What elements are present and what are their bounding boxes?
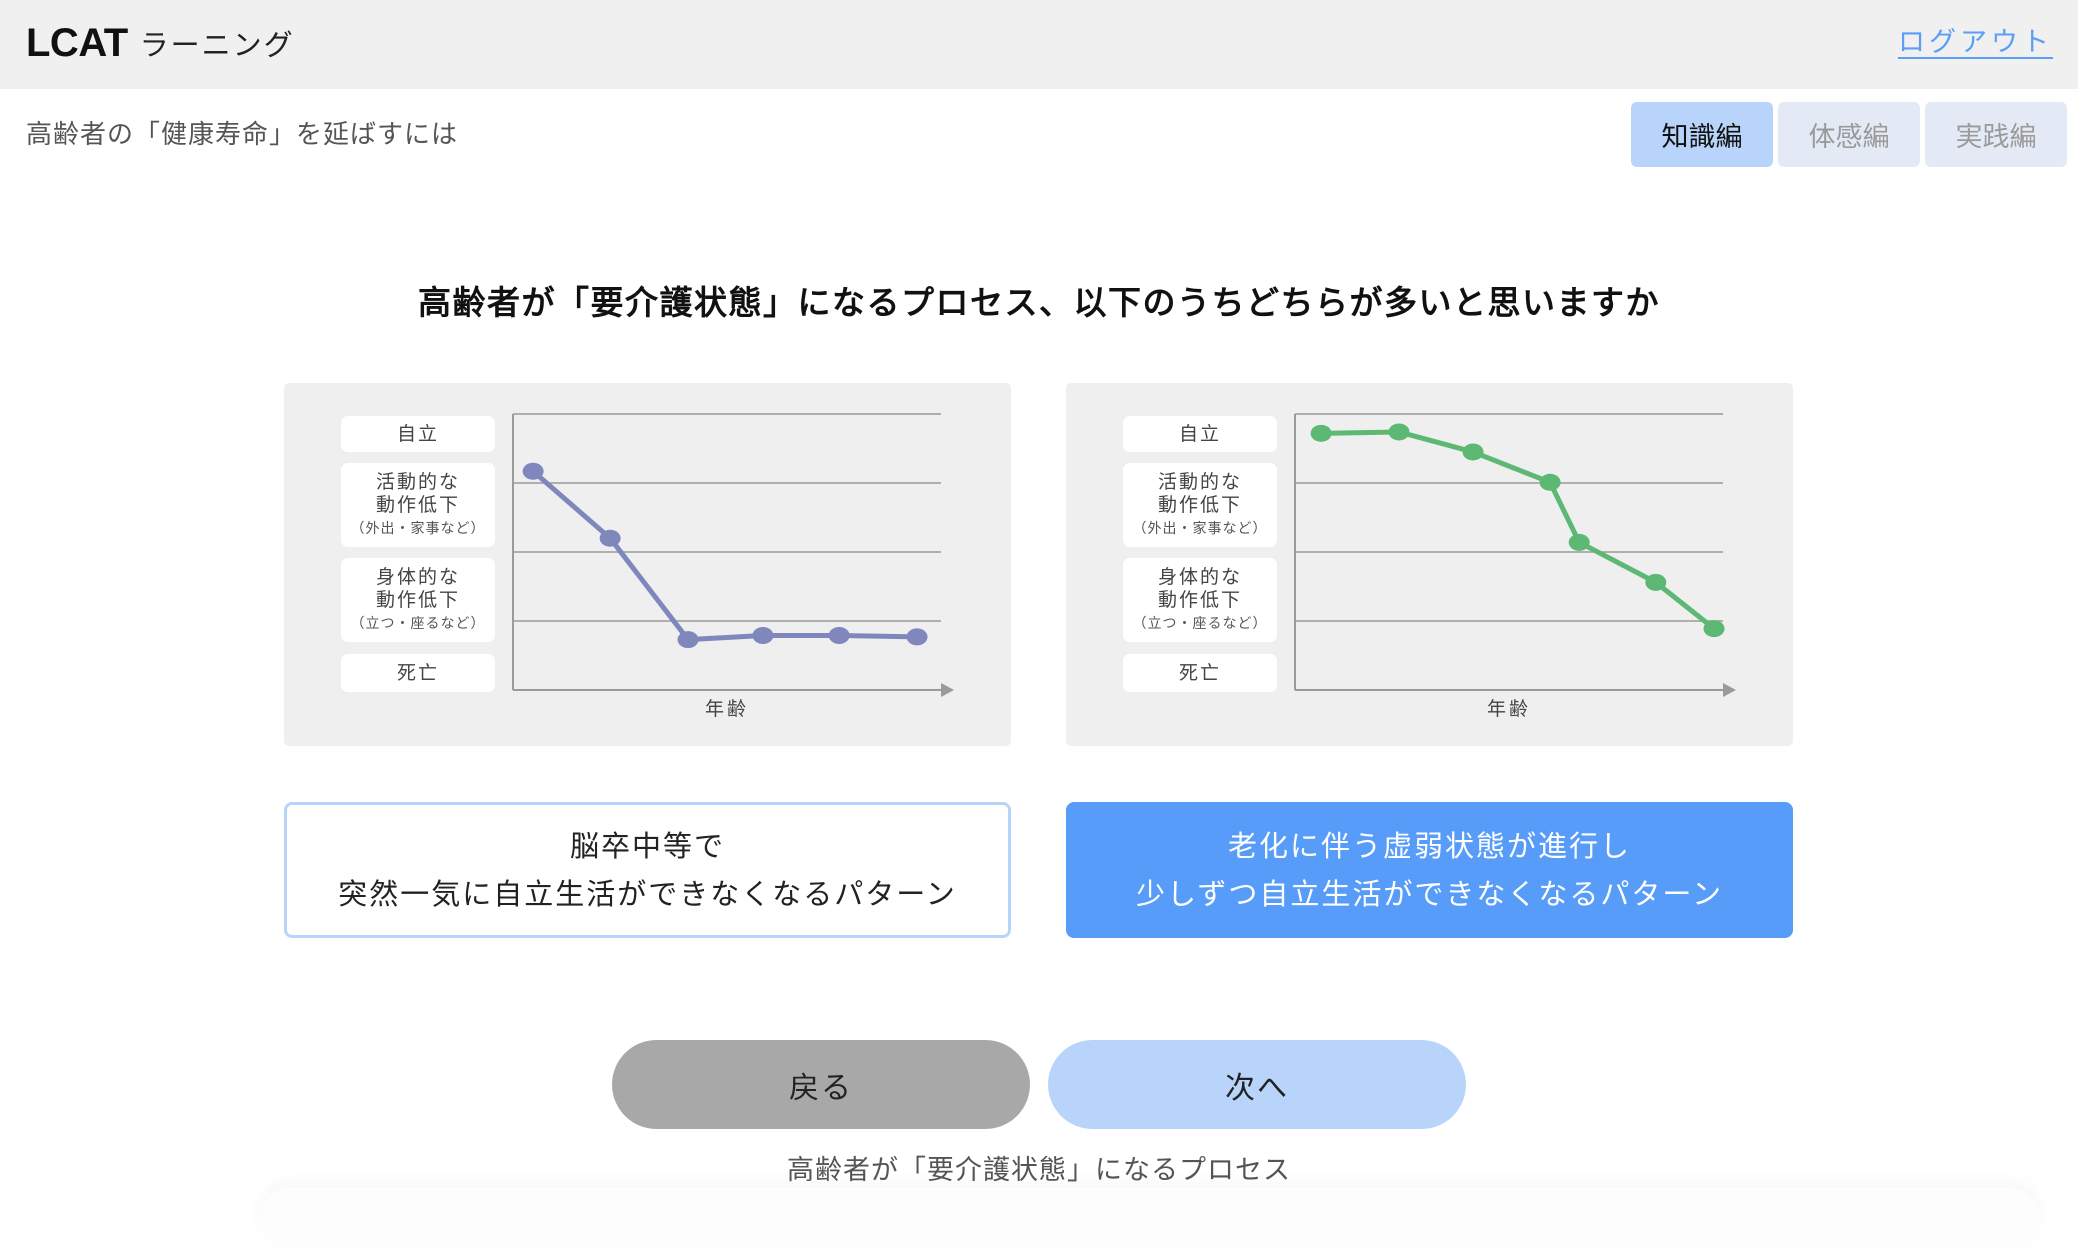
y-label-text: 動作低下 bbox=[1157, 589, 1242, 611]
data-point bbox=[677, 631, 699, 649]
y-label-note: （立つ・座るなど） bbox=[1132, 616, 1268, 632]
data-point bbox=[1462, 443, 1484, 461]
series-line bbox=[531, 469, 918, 643]
y-label-text: 動作低下 bbox=[375, 494, 460, 516]
data-point bbox=[752, 626, 774, 644]
y-label-text: 死亡 bbox=[396, 661, 439, 684]
data-point bbox=[1388, 423, 1410, 441]
y-label-physical-decline: 身体的な 動作低下 （立つ・座るなど） bbox=[1123, 558, 1277, 642]
y-label-text: 死亡 bbox=[1178, 661, 1221, 684]
brand-subtitle: ラーニング bbox=[139, 28, 295, 62]
x-axis-label: 年齢 bbox=[704, 698, 749, 720]
y-label-death: 死亡 bbox=[1123, 654, 1277, 692]
y-label-text: 活動的な bbox=[375, 471, 460, 493]
logout-link[interactable]: ログアウト bbox=[1898, 20, 2053, 59]
y-label-active-decline: 活動的な 動作低下 （外出・家事など） bbox=[341, 463, 495, 547]
x-axis-arrow bbox=[941, 683, 954, 697]
y-label-independent: 自立 bbox=[1123, 416, 1277, 452]
option-text-line2: 少しずつ自立生活ができなくなるパターン bbox=[1136, 877, 1723, 911]
y-label-text: 身体的な bbox=[1157, 566, 1242, 588]
y-label-note: （外出・家事など） bbox=[350, 521, 486, 537]
app-header: LCAT ラーニング ログアウト bbox=[0, 0, 2078, 89]
data-point bbox=[599, 529, 621, 547]
data-point bbox=[906, 628, 928, 646]
brand-name: LCAT bbox=[26, 20, 128, 65]
y-label-text: 動作低下 bbox=[1157, 494, 1242, 516]
y-label-death: 死亡 bbox=[341, 654, 495, 692]
y-label-text: 動作低下 bbox=[375, 589, 460, 611]
y-label-active-decline: 活動的な 動作低下 （外出・家事など） bbox=[1123, 463, 1277, 547]
x-axis-label: 年齢 bbox=[1486, 698, 1531, 720]
data-point bbox=[1310, 424, 1332, 442]
option-text-line2: 突然一気に自立生活ができなくなるパターン bbox=[338, 877, 957, 911]
data-point bbox=[1703, 620, 1725, 638]
option-gradual-pattern[interactable]: 老化に伴う虚弱状態が進行し 少しずつ自立生活ができなくなるパターン bbox=[1066, 802, 1793, 938]
question-heading: 高齢者が「要介護状態」になるプロセス、以下のうちどちらが多いと思いますか bbox=[418, 283, 1660, 322]
tab-experience[interactable]: 体感編 bbox=[1778, 102, 1920, 167]
section-tabs: 知識編 体感編 実践編 bbox=[1631, 102, 2067, 167]
data-point bbox=[522, 462, 544, 480]
footer-caption: 高齢者が「要介護状態」になるプロセス bbox=[787, 1155, 1291, 1186]
y-label-text: 身体的な bbox=[375, 566, 460, 588]
tab-practice[interactable]: 実践編 bbox=[1925, 102, 2067, 167]
series-line bbox=[1321, 429, 1716, 631]
bottom-panel-edge bbox=[260, 1188, 2040, 1248]
tab-knowledge[interactable]: 知識編 bbox=[1631, 102, 1773, 167]
data-point bbox=[1568, 533, 1590, 551]
x-axis-arrow bbox=[1723, 683, 1736, 697]
course-title: 高齢者の「健康寿命」を延ばすには bbox=[26, 120, 459, 150]
option-text-line1: 老化に伴う虚弱状態が進行し bbox=[1227, 829, 1631, 863]
y-label-text: 自立 bbox=[1178, 422, 1221, 445]
app-logo: LCAT ラーニング bbox=[26, 18, 295, 68]
chart-panel-sudden: 自立 活動的な 動作低下 （外出・家事など） 身体的な 動作低下 （立つ・座るな… bbox=[284, 383, 1011, 746]
data-point bbox=[828, 626, 850, 644]
y-label-note: （外出・家事など） bbox=[1132, 521, 1268, 537]
data-point bbox=[1539, 473, 1561, 491]
next-button[interactable]: 次へ bbox=[1048, 1040, 1466, 1129]
back-button[interactable]: 戻る bbox=[612, 1040, 1030, 1129]
y-label-text: 活動的な bbox=[1157, 471, 1242, 493]
option-sudden-pattern[interactable]: 脳卒中等で 突然一気に自立生活ができなくなるパターン bbox=[284, 802, 1011, 938]
option-text-line1: 脳卒中等で bbox=[569, 829, 725, 863]
y-label-independent: 自立 bbox=[341, 416, 495, 452]
y-label-note: （立つ・座るなど） bbox=[350, 616, 486, 632]
y-label-text: 自立 bbox=[396, 422, 439, 445]
data-point bbox=[1645, 573, 1667, 591]
y-label-physical-decline: 身体的な 動作低下 （立つ・座るなど） bbox=[341, 558, 495, 642]
chart-panel-gradual: 自立 活動的な 動作低下 （外出・家事など） 身体的な 動作低下 （立つ・座るな… bbox=[1066, 383, 1793, 746]
